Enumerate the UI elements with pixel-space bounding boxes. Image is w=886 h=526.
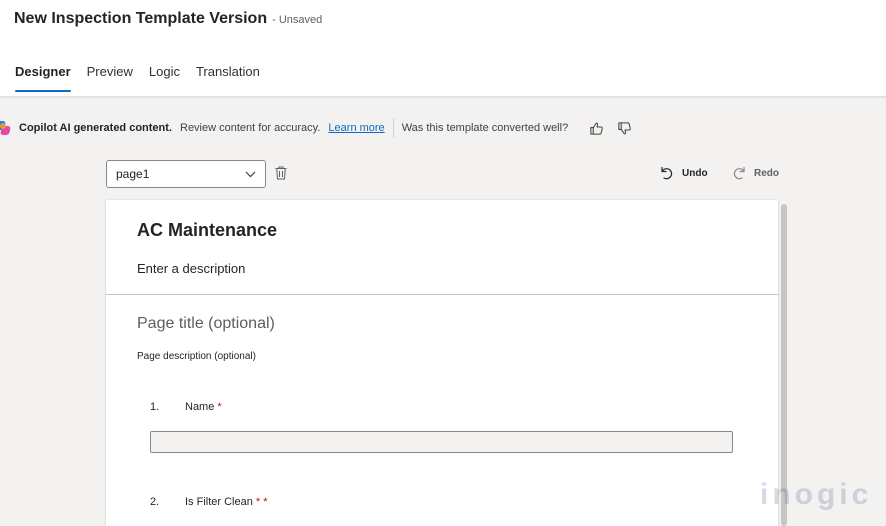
- tab-bar: Designer Preview Logic Translation: [15, 64, 276, 96]
- question-label-text: Is Filter Clean: [185, 496, 253, 508]
- form-title[interactable]: AC Maintenance: [137, 220, 277, 241]
- page-dropdown-value: page1: [116, 167, 150, 181]
- undo-icon: [661, 166, 673, 180]
- page-title-field[interactable]: Page title (optional): [137, 315, 275, 333]
- page-title-heading: New Inspection Template Version: [14, 10, 268, 27]
- watermark-logo: inogic: [760, 478, 873, 511]
- tab-logic[interactable]: Logic: [149, 64, 180, 92]
- redo-button[interactable]: Redo: [732, 166, 779, 180]
- undo-button[interactable]: Undo: [660, 166, 708, 180]
- feedback-question: Was this template converted well?: [401, 122, 569, 134]
- copilot-icon: [0, 121, 11, 135]
- title-row: New Inspection Template Version - Unsave…: [14, 10, 322, 28]
- required-marker: *: [217, 401, 222, 413]
- unsaved-status: - Unsaved: [272, 14, 323, 26]
- question-number: 2.: [150, 496, 160, 508]
- thumbs-up-icon[interactable]: [588, 120, 604, 136]
- question-label-text: Name: [185, 401, 215, 413]
- copilot-banner: Copilot AI generated content. Review con…: [0, 107, 886, 149]
- copilot-review-text: Review content for accuracy.: [180, 122, 321, 134]
- required-marker: * *: [255, 496, 268, 508]
- delete-page-icon[interactable]: [275, 166, 289, 182]
- question-label[interactable]: Is Filter Clean * *: [185, 496, 267, 508]
- form-description[interactable]: Enter a description: [137, 261, 245, 276]
- redo-label: Redo: [754, 167, 779, 179]
- copilot-heading: Copilot AI generated content.: [19, 122, 172, 134]
- redo-icon: [733, 166, 745, 180]
- chevron-down-icon: [245, 171, 256, 177]
- learn-more-link[interactable]: Learn more: [328, 122, 384, 134]
- tab-designer[interactable]: Designer: [15, 64, 71, 92]
- question-number: 1.: [150, 401, 160, 413]
- form-canvas: AC Maintenance Enter a description Page …: [106, 200, 778, 526]
- tab-translation[interactable]: Translation: [196, 64, 260, 92]
- answer-input[interactable]: [150, 431, 733, 453]
- page-description-field[interactable]: Page description (optional): [137, 351, 256, 362]
- thumbs-down-icon[interactable]: [616, 120, 632, 136]
- copilot-divider: [392, 118, 394, 138]
- section-divider: [106, 294, 778, 295]
- tab-preview[interactable]: Preview: [87, 64, 133, 92]
- top-header: New Inspection Template Version - Unsave…: [0, 0, 886, 97]
- page-dropdown[interactable]: page1: [106, 160, 266, 188]
- question-label[interactable]: Name *: [185, 401, 222, 413]
- undo-label: Undo: [682, 167, 708, 179]
